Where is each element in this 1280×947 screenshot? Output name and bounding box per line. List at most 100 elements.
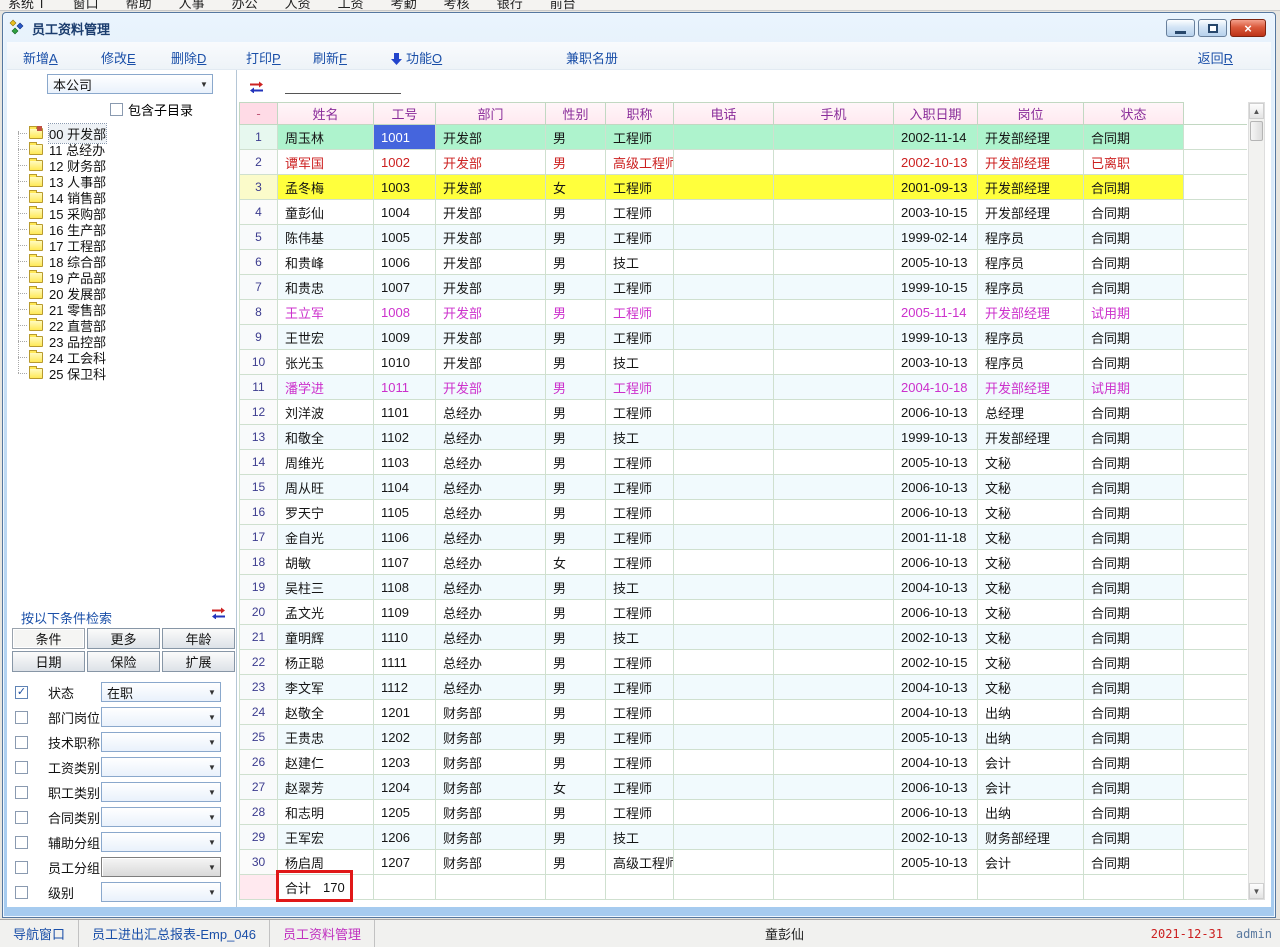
table-row[interactable]: 6和贵峰1006开发部男技工2005-10-13程序员合同期	[239, 250, 1247, 275]
table-cell[interactable]: 1999-10-13	[894, 425, 978, 450]
table-cell[interactable]: 工程师	[606, 125, 674, 150]
swap-icon[interactable]	[249, 80, 264, 96]
table-cell[interactable]: 1003	[374, 175, 436, 200]
table-cell[interactable]: 总经办	[436, 550, 546, 575]
table-cell[interactable]: 和贵忠	[278, 275, 374, 300]
table-cell[interactable]: 工程师	[606, 225, 674, 250]
table-cell[interactable]: 男	[546, 800, 606, 825]
table-cell[interactable]: 工程师	[606, 750, 674, 775]
table-row[interactable]: 28和志明1205财务部男工程师2006-10-13出纳合同期	[239, 800, 1247, 825]
table-cell[interactable]: 合同期	[1084, 650, 1184, 675]
table-cell[interactable]: 出纳	[978, 700, 1084, 725]
table-cell[interactable]: 财务部	[436, 750, 546, 775]
table-cell[interactable]: 1102	[374, 425, 436, 450]
scroll-up-icon[interactable]: ▲	[1249, 103, 1264, 119]
table-row[interactable]: 27赵翠芳1204财务部女工程师2006-10-13会计合同期	[239, 775, 1247, 800]
filter-button-保险[interactable]: 保险	[87, 651, 160, 672]
table-cell[interactable]: 开发部经理	[978, 125, 1084, 150]
toolbar-edit-button[interactable]: 修改E	[101, 48, 136, 67]
table-cell[interactable]: 工程师	[606, 675, 674, 700]
toolbar-refresh-button[interactable]: 刷新F	[313, 48, 347, 67]
filter-select-状态[interactable]: 在职▼	[101, 682, 221, 702]
vertical-scrollbar[interactable]: ▲ ▼	[1248, 102, 1265, 900]
table-cell[interactable]: 男	[546, 625, 606, 650]
table-cell[interactable]: 文秘	[978, 675, 1084, 700]
row-number-cell[interactable]: 19	[239, 575, 278, 600]
row-number-cell[interactable]: 21	[239, 625, 278, 650]
table-cell[interactable]: 开发部经理	[978, 375, 1084, 400]
table-cell[interactable]: 1202	[374, 725, 436, 750]
table-cell[interactable]: 和敬全	[278, 425, 374, 450]
table-cell[interactable]: 财务部经理	[978, 825, 1084, 850]
filter-checkbox-职工类别[interactable]	[15, 786, 28, 799]
menu-item[interactable]: 帮助	[126, 0, 152, 11]
table-cell[interactable]: 工程师	[606, 550, 674, 575]
table-cell[interactable]	[774, 450, 894, 475]
table-cell[interactable]: 2006-10-13	[894, 600, 978, 625]
table-cell[interactable]: 男	[546, 400, 606, 425]
table-cell[interactable]: 工程师	[606, 525, 674, 550]
table-cell[interactable]: 开发部	[436, 275, 546, 300]
table-cell[interactable]: 2004-10-13	[894, 675, 978, 700]
table-cell[interactable]: 技工	[606, 625, 674, 650]
table-cell[interactable]	[674, 575, 774, 600]
table-cell[interactable]: 合同期	[1084, 175, 1184, 200]
table-cell[interactable]	[674, 275, 774, 300]
sidebar-item-dept-15[interactable]: 15 采购部	[15, 205, 227, 221]
table-cell[interactable]	[674, 600, 774, 625]
table-row[interactable]: 23李文军1112总经办男工程师2004-10-13文秘合同期	[239, 675, 1247, 700]
table-cell[interactable]	[674, 625, 774, 650]
table-cell[interactable]: 技工	[606, 575, 674, 600]
table-cell[interactable]	[674, 700, 774, 725]
table-cell[interactable]	[774, 650, 894, 675]
table-cell[interactable]: 周从旺	[278, 475, 374, 500]
table-cell[interactable]: 1009	[374, 325, 436, 350]
sidebar-item-dept-00[interactable]: 00 开发部	[15, 125, 227, 141]
table-cell[interactable]: 男	[546, 525, 606, 550]
table-cell[interactable]: 和志明	[278, 800, 374, 825]
filter-checkbox-合同类别[interactable]	[15, 811, 28, 824]
row-number-cell[interactable]: 5	[239, 225, 278, 250]
sidebar-item-dept-25[interactable]: 25 保卫科	[15, 365, 227, 381]
table-cell[interactable]: 合同期	[1084, 750, 1184, 775]
table-cell[interactable]: 2002-10-15	[894, 650, 978, 675]
table-cell[interactable]: 罗天宁	[278, 500, 374, 525]
table-cell[interactable]: 男	[546, 425, 606, 450]
table-cell[interactable]: 1206	[374, 825, 436, 850]
table-cell[interactable]: 合同期	[1084, 350, 1184, 375]
table-cell[interactable]: 财务部	[436, 800, 546, 825]
table-cell[interactable]: 男	[546, 600, 606, 625]
table-cell[interactable]: 2006-10-13	[894, 775, 978, 800]
table-cell[interactable]	[674, 525, 774, 550]
table-cell[interactable]: 刘洋波	[278, 400, 374, 425]
table-cell[interactable]: 王世宏	[278, 325, 374, 350]
row-number-cell[interactable]: 8	[239, 300, 278, 325]
table-cell[interactable]: 开发部	[436, 150, 546, 175]
table-cell[interactable]: 合同期	[1084, 275, 1184, 300]
table-cell[interactable]: 合同期	[1084, 850, 1184, 875]
table-cell[interactable]	[674, 475, 774, 500]
table-cell[interactable]: 工程师	[606, 800, 674, 825]
table-cell[interactable]: 开发部	[436, 250, 546, 275]
table-cell[interactable]: 工程师	[606, 325, 674, 350]
filter-button-更多[interactable]: 更多	[87, 628, 160, 649]
table-cell[interactable]: 1006	[374, 250, 436, 275]
filter-checkbox-状态[interactable]: ✓	[15, 686, 28, 699]
row-number-cell[interactable]: 16	[239, 500, 278, 525]
table-cell[interactable]: 1999-10-13	[894, 325, 978, 350]
table-cell[interactable]: 工程师	[606, 275, 674, 300]
table-cell[interactable]	[674, 550, 774, 575]
table-row[interactable]: 5陈伟基1005开发部男工程师1999-02-14程序员合同期	[239, 225, 1247, 250]
column-header-手机[interactable]: 手机	[774, 102, 894, 125]
table-cell[interactable]: 1201	[374, 700, 436, 725]
status-tab-员工资料管理[interactable]: 员工资料管理	[270, 920, 375, 947]
table-cell[interactable]	[674, 375, 774, 400]
table-cell[interactable]	[674, 250, 774, 275]
table-cell[interactable]	[774, 725, 894, 750]
filter-checkbox-技术职称[interactable]	[15, 736, 28, 749]
table-cell[interactable]: 工程师	[606, 175, 674, 200]
table-cell[interactable]: 文秘	[978, 450, 1084, 475]
table-cell[interactable]	[774, 275, 894, 300]
table-cell[interactable]: 程序员	[978, 350, 1084, 375]
table-cell[interactable]: 开发部	[436, 200, 546, 225]
